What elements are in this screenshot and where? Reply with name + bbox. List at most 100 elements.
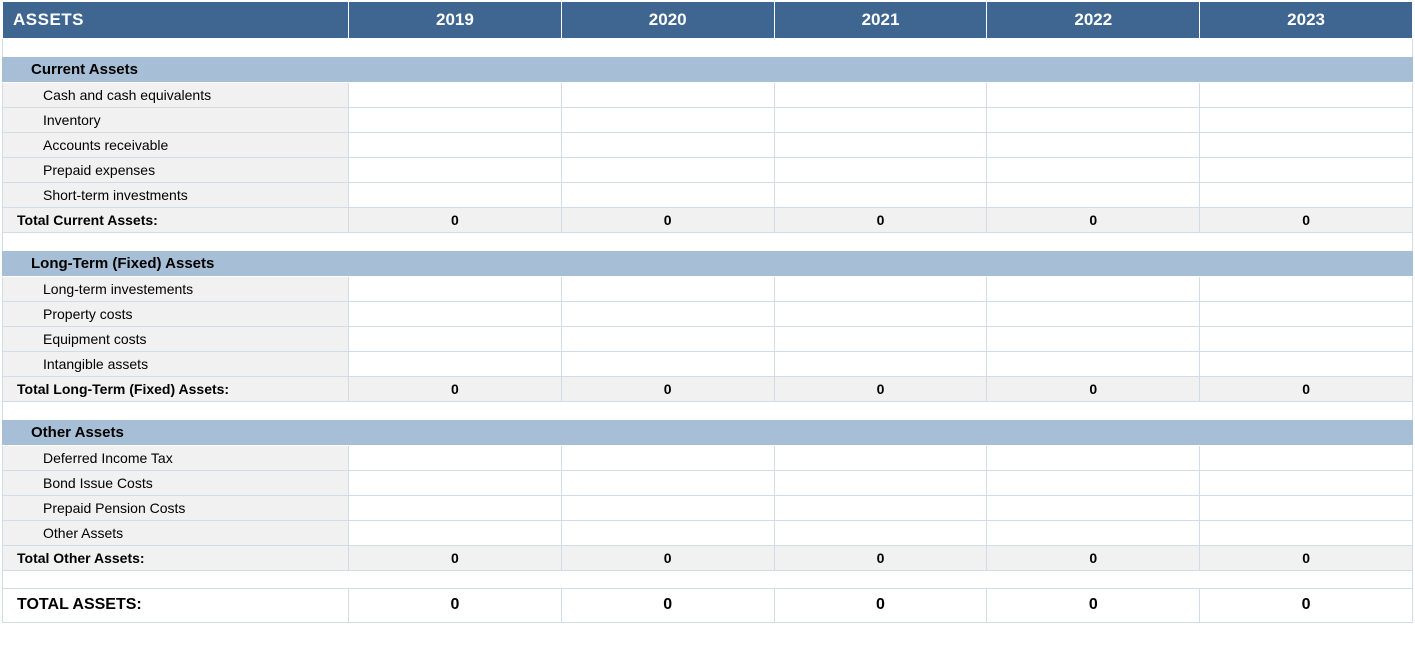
item-value[interactable] xyxy=(561,82,774,107)
header-year: 2022 xyxy=(987,2,1200,38)
subtotal-value: 0 xyxy=(561,545,774,570)
header-year: 2021 xyxy=(774,2,987,38)
item-value[interactable] xyxy=(1200,82,1413,107)
header-title: ASSETS xyxy=(3,2,349,38)
item-value[interactable] xyxy=(987,470,1200,495)
item-row: Bond Issue Costs xyxy=(3,470,1413,495)
item-row: Cash and cash equivalents xyxy=(3,82,1413,107)
item-value[interactable] xyxy=(561,351,774,376)
item-value[interactable] xyxy=(349,182,562,207)
section-row: Other Assets xyxy=(3,419,1413,445)
item-value[interactable] xyxy=(1200,351,1413,376)
item-value[interactable] xyxy=(1200,470,1413,495)
spacer-cell xyxy=(3,38,1413,56)
item-value[interactable] xyxy=(987,182,1200,207)
grand-total-row: TOTAL ASSETS:00000 xyxy=(3,588,1413,622)
item-value[interactable] xyxy=(561,326,774,351)
item-value[interactable] xyxy=(561,182,774,207)
subtotal-value: 0 xyxy=(349,545,562,570)
item-value[interactable] xyxy=(987,276,1200,301)
subtotal-value: 0 xyxy=(774,207,987,232)
item-value[interactable] xyxy=(774,301,987,326)
header-year: 2020 xyxy=(561,2,774,38)
item-value[interactable] xyxy=(774,470,987,495)
subtotal-value: 0 xyxy=(1200,545,1413,570)
item-value[interactable] xyxy=(561,470,774,495)
item-value[interactable] xyxy=(987,132,1200,157)
item-value[interactable] xyxy=(774,495,987,520)
item-value[interactable] xyxy=(349,326,562,351)
item-value[interactable] xyxy=(349,470,562,495)
item-value[interactable] xyxy=(987,351,1200,376)
item-value[interactable] xyxy=(1200,182,1413,207)
spacer-cell xyxy=(3,570,1413,588)
item-value[interactable] xyxy=(774,445,987,470)
item-value[interactable] xyxy=(1200,157,1413,182)
item-label: Prepaid expenses xyxy=(3,157,349,182)
item-label: Prepaid Pension Costs xyxy=(3,495,349,520)
item-value[interactable] xyxy=(774,326,987,351)
section-row: Long-Term (Fixed) Assets xyxy=(3,250,1413,276)
item-value[interactable] xyxy=(774,132,987,157)
item-value[interactable] xyxy=(561,301,774,326)
item-row: Accounts receivable xyxy=(3,132,1413,157)
item-value[interactable] xyxy=(349,351,562,376)
subtotal-label: Total Other Assets: xyxy=(3,545,349,570)
item-value[interactable] xyxy=(774,276,987,301)
item-value[interactable] xyxy=(561,276,774,301)
item-value[interactable] xyxy=(774,520,987,545)
item-value[interactable] xyxy=(349,301,562,326)
item-value[interactable] xyxy=(349,276,562,301)
item-value[interactable] xyxy=(561,520,774,545)
item-value[interactable] xyxy=(987,82,1200,107)
item-label: Inventory xyxy=(3,107,349,132)
subtotal-value: 0 xyxy=(987,376,1200,401)
item-value[interactable] xyxy=(561,107,774,132)
item-value[interactable] xyxy=(1200,107,1413,132)
item-value[interactable] xyxy=(349,107,562,132)
item-value[interactable] xyxy=(1200,276,1413,301)
item-value[interactable] xyxy=(349,520,562,545)
item-value[interactable] xyxy=(561,495,774,520)
item-row: Long-term investements xyxy=(3,276,1413,301)
item-value[interactable] xyxy=(1200,445,1413,470)
item-label: Property costs xyxy=(3,301,349,326)
item-value[interactable] xyxy=(987,157,1200,182)
item-value[interactable] xyxy=(1200,326,1413,351)
item-value[interactable] xyxy=(349,157,562,182)
spacer-cell xyxy=(3,232,1413,250)
item-value[interactable] xyxy=(349,495,562,520)
item-value[interactable] xyxy=(987,107,1200,132)
item-label: Equipment costs xyxy=(3,326,349,351)
item-row: Deferred Income Tax xyxy=(3,445,1413,470)
item-value[interactable] xyxy=(349,132,562,157)
item-value[interactable] xyxy=(1200,132,1413,157)
item-value[interactable] xyxy=(1200,495,1413,520)
grand-total-value: 0 xyxy=(1200,588,1413,622)
item-value[interactable] xyxy=(987,495,1200,520)
item-label: Short-term investments xyxy=(3,182,349,207)
item-value[interactable] xyxy=(987,301,1200,326)
item-value[interactable] xyxy=(1200,301,1413,326)
item-value[interactable] xyxy=(561,132,774,157)
item-value[interactable] xyxy=(987,326,1200,351)
subtotal-value: 0 xyxy=(774,376,987,401)
item-value[interactable] xyxy=(774,107,987,132)
item-value[interactable] xyxy=(561,445,774,470)
item-value[interactable] xyxy=(1200,520,1413,545)
item-value[interactable] xyxy=(774,182,987,207)
item-value[interactable] xyxy=(349,445,562,470)
section-header: Current Assets xyxy=(3,56,1413,82)
subtotal-label: Total Long-Term (Fixed) Assets: xyxy=(3,376,349,401)
item-value[interactable] xyxy=(774,351,987,376)
item-value[interactable] xyxy=(349,82,562,107)
subtotal-value: 0 xyxy=(774,545,987,570)
subtotal-row: Total Current Assets:00000 xyxy=(3,207,1413,232)
item-label: Deferred Income Tax xyxy=(3,445,349,470)
item-value[interactable] xyxy=(987,445,1200,470)
item-value[interactable] xyxy=(987,520,1200,545)
item-value[interactable] xyxy=(774,157,987,182)
item-row: Prepaid Pension Costs xyxy=(3,495,1413,520)
item-value[interactable] xyxy=(774,82,987,107)
item-value[interactable] xyxy=(561,157,774,182)
